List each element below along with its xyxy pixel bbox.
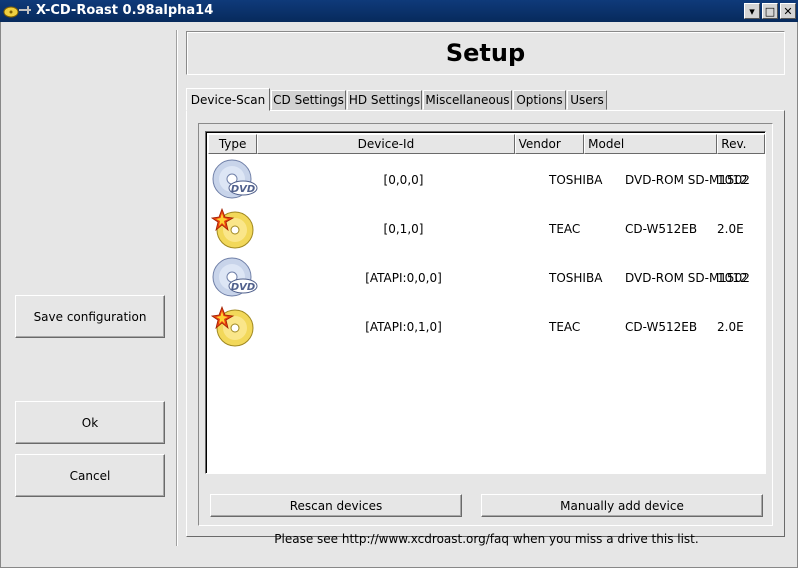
- maximize-button[interactable]: □: [762, 3, 778, 19]
- inner-frame: Type Device-Id Vendor Model Rev. DVD [0,…: [198, 123, 773, 526]
- list-header: Type Device-Id Vendor Model Rev.: [208, 134, 766, 154]
- column-header-rev[interactable]: Rev.: [717, 134, 766, 154]
- tab-users[interactable]: Users: [567, 90, 607, 110]
- device-id-cell: [ATAPI:0,0,0]: [365, 270, 442, 285]
- cd-writer-icon: [211, 207, 254, 248]
- app-icon[interactable]: [3, 3, 33, 19]
- minimize-icon: ▾: [749, 4, 755, 18]
- column-header-model[interactable]: Model: [584, 134, 718, 154]
- close-button[interactable]: ✕: [780, 3, 796, 19]
- main-window: Save configuration Ok Cancel Setup Devic…: [0, 22, 798, 568]
- ok-button[interactable]: Ok: [15, 401, 165, 444]
- vendor-cell: TOSHIBA: [549, 270, 603, 285]
- dvd-drive-icon: DVD: [212, 257, 258, 296]
- device-id-cell: [ATAPI:0,1,0]: [365, 319, 442, 334]
- title-frame: Setup: [186, 31, 785, 75]
- tab-device-scan[interactable]: Device-Scan: [186, 88, 270, 111]
- vendor-cell: TEAC: [549, 319, 581, 334]
- rev-cell: 2.0E: [717, 221, 744, 236]
- title-bar: X-CD-Roast 0.98alpha14 ▾ □ ✕: [0, 0, 798, 22]
- tab-miscellaneous[interactable]: Miscellaneous: [423, 90, 512, 110]
- type-cell: [208, 302, 262, 351]
- tab-hd-settings[interactable]: HD Settings: [347, 90, 422, 110]
- device-list[interactable]: Type Device-Id Vendor Model Rev. DVD [0,…: [205, 131, 766, 474]
- device-scan-panel: Type Device-Id Vendor Model Rev. DVD [0,…: [186, 110, 785, 546]
- save-configuration-button[interactable]: Save configuration: [15, 295, 165, 338]
- vendor-cell: TOSHIBA: [549, 172, 603, 187]
- rev-cell: 2.0E: [717, 319, 744, 334]
- tab-cd-settings[interactable]: CD Settings: [271, 90, 346, 110]
- vertical-separator: [176, 30, 178, 546]
- table-row[interactable]: DVD [0,0,0] TOSHIBA DVD-ROM SD-M1502 101…: [208, 155, 765, 204]
- cd-writer-icon: [211, 305, 254, 346]
- svg-text:DVD: DVD: [231, 282, 255, 293]
- rescan-devices-button[interactable]: Rescan devices: [210, 494, 462, 517]
- rev-cell: 1012: [717, 172, 748, 187]
- svg-text:DVD: DVD: [231, 184, 255, 195]
- dvd-drive-icon: DVD: [212, 159, 258, 198]
- type-cell: [208, 204, 262, 253]
- type-cell: DVD: [208, 253, 262, 302]
- close-icon: ✕: [783, 4, 793, 18]
- minimize-button[interactable]: ▾: [744, 3, 760, 19]
- device-id-cell: [0,0,0]: [383, 172, 424, 187]
- device-id-cell: [0,1,0]: [383, 221, 424, 236]
- help-hint-text: Please see http://www.xcdroast.org/faq w…: [274, 532, 699, 546]
- table-row[interactable]: [ATAPI:0,1,0] TEAC CD-W512EB 2.0E: [208, 302, 765, 351]
- maximize-icon: □: [764, 4, 776, 18]
- vendor-cell: TEAC: [549, 221, 581, 236]
- column-header-vendor[interactable]: Vendor: [514, 134, 585, 154]
- cancel-button[interactable]: Cancel: [15, 454, 165, 497]
- tab-options[interactable]: Options: [513, 90, 566, 110]
- table-row[interactable]: [0,1,0] TEAC CD-W512EB 2.0E: [208, 204, 765, 253]
- table-row[interactable]: DVD [ATAPI:0,0,0] TOSHIBA DVD-ROM SD-M15…: [208, 253, 765, 302]
- manually-add-device-button[interactable]: Manually add device: [481, 494, 763, 517]
- window-title: X-CD-Roast 0.98alpha14: [36, 3, 214, 18]
- type-cell: DVD: [208, 155, 262, 204]
- column-header-type[interactable]: Type: [208, 134, 258, 154]
- rev-cell: 1012: [717, 270, 748, 285]
- column-header-device-id[interactable]: Device-Id: [257, 134, 515, 154]
- page-title: Setup: [445, 39, 526, 67]
